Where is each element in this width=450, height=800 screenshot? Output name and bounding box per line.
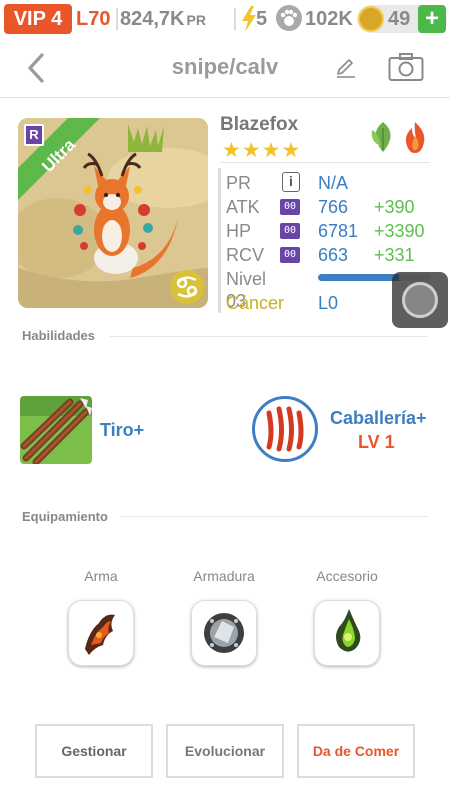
armor-slot[interactable] bbox=[191, 600, 257, 666]
pet-portrait[interactable]: R Ultra bbox=[18, 118, 208, 308]
equipment-label: Armadura bbox=[193, 568, 255, 584]
camera-icon[interactable] bbox=[388, 52, 424, 82]
coin-icon bbox=[358, 6, 384, 32]
divider bbox=[116, 8, 118, 30]
stat-value: N/A bbox=[318, 173, 349, 193]
zodiac-value: L0 bbox=[318, 293, 339, 313]
accessory-icon bbox=[336, 609, 361, 652]
info-icon[interactable]: i bbox=[282, 172, 300, 192]
manage-button[interactable]: Gestionar bbox=[35, 724, 153, 778]
star-rating: ★★★★ bbox=[222, 139, 302, 162]
stat-bonus: +331 bbox=[374, 245, 415, 265]
vip-badge[interactable]: VIP 4 bbox=[4, 4, 72, 34]
skill-level: LV 1 bbox=[358, 432, 395, 452]
divider bbox=[120, 516, 428, 517]
pet-name: Blazefox bbox=[220, 114, 299, 135]
leaf-element-icon bbox=[371, 122, 391, 152]
stat-badge: 00 bbox=[280, 199, 300, 215]
divider bbox=[218, 168, 221, 313]
power-rating-unit: PR bbox=[186, 12, 206, 28]
stat-label: RCV bbox=[226, 245, 265, 265]
stat-bonus: +390 bbox=[374, 197, 415, 217]
stat-badge: 00 bbox=[280, 223, 300, 239]
zodiac-label: Cáncer bbox=[226, 293, 285, 313]
armor-icon bbox=[204, 613, 244, 653]
rarity-badge: R bbox=[24, 124, 44, 146]
divider bbox=[110, 336, 428, 337]
stat-value: 766 bbox=[318, 197, 349, 217]
equipment-label: Accesorio bbox=[316, 568, 378, 584]
chevron-left-icon[interactable] bbox=[22, 52, 52, 84]
stat-bonus: +3390 bbox=[374, 221, 425, 241]
player-level: L70 bbox=[76, 8, 111, 30]
stat-label: PR bbox=[226, 173, 252, 193]
weapon-icon bbox=[85, 614, 115, 655]
assistive-touch-ring bbox=[402, 282, 438, 318]
fire-element-icon bbox=[405, 122, 425, 153]
assistive-touch-button[interactable] bbox=[392, 272, 448, 328]
stat-label: HP bbox=[226, 221, 252, 241]
accessory-slot[interactable] bbox=[314, 600, 380, 666]
paw-icon bbox=[276, 5, 302, 31]
divider bbox=[234, 8, 236, 30]
stat-value: 663 bbox=[318, 245, 349, 265]
equipment-label: Arma bbox=[84, 568, 118, 584]
food-count: 102K bbox=[305, 8, 353, 30]
stat-badge: 00 bbox=[280, 247, 300, 263]
page-title: snipe/calv bbox=[171, 54, 279, 79]
equipment-section-label: Equipamiento bbox=[22, 509, 108, 524]
power-rating-value: 824,7K bbox=[120, 8, 185, 30]
level-progress-fill bbox=[318, 274, 399, 281]
stat-value: 6781 bbox=[318, 221, 359, 241]
claw-skill-icon[interactable] bbox=[252, 396, 318, 462]
skill-name[interactable]: Tiro+ bbox=[100, 420, 144, 441]
status-bar: VIP 4 L70 824,7K PR 5 102K 49 + bbox=[0, 0, 450, 38]
cancer-zodiac-icon bbox=[170, 270, 204, 304]
evolve-button[interactable]: Evolucionar bbox=[166, 724, 284, 778]
stat-label: ATK bbox=[226, 197, 260, 217]
energy-count: 5 bbox=[256, 8, 268, 30]
page-header: snipe/calv bbox=[0, 38, 450, 98]
skill-name[interactable]: Caballería+ bbox=[330, 408, 427, 429]
buy-coins-button[interactable]: + bbox=[418, 5, 446, 33]
coin-count: 49 bbox=[388, 8, 411, 30]
feed-button[interactable]: Da de Comer bbox=[297, 724, 415, 778]
divider bbox=[220, 162, 430, 163]
arrows-skill-icon[interactable] bbox=[20, 396, 92, 464]
weapon-slot[interactable] bbox=[68, 600, 134, 666]
pencil-icon[interactable] bbox=[334, 56, 358, 80]
power-rating: 824,7K PR bbox=[120, 7, 206, 32]
skills-section-label: Habilidades bbox=[22, 328, 95, 343]
